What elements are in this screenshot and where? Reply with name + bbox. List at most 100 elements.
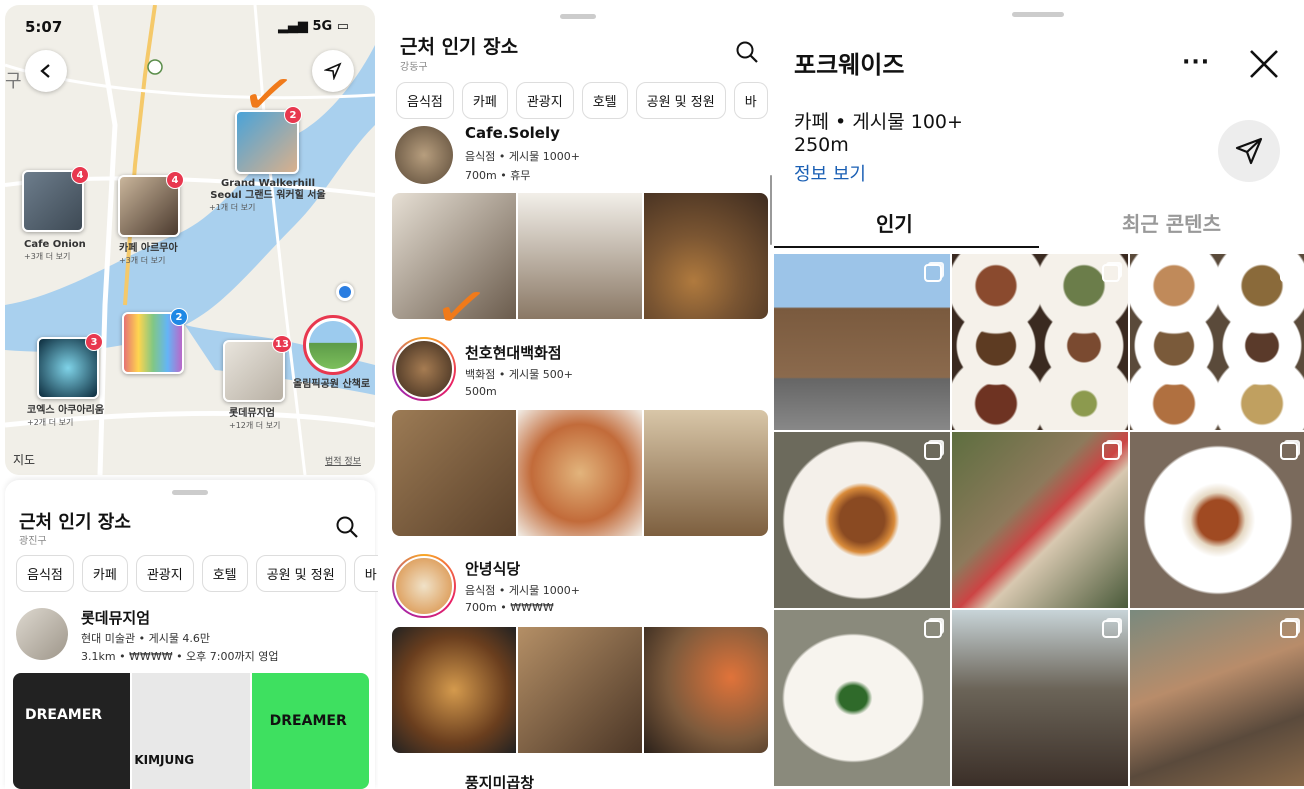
- multi-post-icon: [924, 264, 942, 282]
- share-button[interactable]: [1218, 120, 1280, 182]
- place-distance: 700m • ₩₩₩₩: [465, 601, 554, 614]
- district-label: 구: [5, 71, 22, 92]
- pin-more: +12개 더 보기: [229, 421, 281, 430]
- place-name: 천호현대백화점: [465, 344, 562, 362]
- chip-restaurant[interactable]: 음식점: [16, 555, 74, 592]
- chip-attraction[interactable]: 관광지: [135, 555, 194, 592]
- status-network: ▂▄▆ 5G ▭: [277, 19, 349, 34]
- multi-post-icon: [1280, 620, 1298, 638]
- grid-post[interactable]: [774, 254, 950, 430]
- photo: DREAMER: [13, 673, 131, 789]
- pin-count-badge: 4: [166, 171, 184, 189]
- pin-label: 롯데뮤지엄: [229, 408, 275, 419]
- chip-bar[interactable]: 바: [733, 82, 768, 119]
- chip-cafe[interactable]: 카페: [81, 555, 128, 592]
- multi-post-icon: [1280, 264, 1298, 282]
- nearby-sheet: 근처 인기 장소 광진구 음식점 카페 관광지 호텔 공원 및 정원 바 롯데뮤…: [5, 480, 378, 789]
- annotation-checkmark: ✓: [428, 269, 494, 347]
- grid-post[interactable]: [1130, 254, 1304, 430]
- close-icon[interactable]: [1248, 48, 1280, 80]
- place-distance: 700m • 휴무: [465, 169, 531, 182]
- chevron-left-icon: [40, 64, 50, 78]
- pin-label: Grand Walkerhill Seoul 그랜드 워커힐 서울: [210, 178, 326, 201]
- place-name: 롯데뮤지엄: [81, 609, 151, 627]
- place-meta: 음식점 • 게시물 1000+: [465, 584, 580, 597]
- place-photos[interactable]: [392, 627, 768, 753]
- multi-post-icon: [924, 620, 942, 638]
- pin-count-badge: 13: [272, 335, 292, 353]
- scrollbar[interactable]: [770, 175, 772, 245]
- chip-hotel[interactable]: 호텔: [581, 82, 628, 119]
- photo: DREAMER: [251, 673, 369, 789]
- multi-post-icon: [924, 442, 942, 460]
- pin-more: +3개 더 보기: [119, 256, 166, 265]
- category-chips: 음식점 카페 관광지 호텔 공원 및 정원 바: [396, 82, 768, 119]
- photo-grid: [774, 254, 1304, 786]
- tab-popular[interactable]: 인기: [876, 208, 913, 237]
- place-distance: 3.1km • ₩₩₩₩ • 오후 7:00까지 영업: [81, 650, 279, 663]
- sheet-handle[interactable]: [172, 490, 208, 495]
- nearby-list-screen: 근처 인기 장소 강동구 음식점 카페 관광지 호텔 공원 및 정원 바 Caf…: [382, 0, 772, 789]
- photo: [644, 193, 768, 319]
- sheet-handle[interactable]: [1012, 12, 1064, 17]
- place-name: 안녕식당: [465, 560, 521, 578]
- search-icon[interactable]: [735, 40, 759, 64]
- map-view[interactable]: 5:07 ▂▄▆ 5G ▭ 구 ✓ 2 Grand Walkerhill Seo…: [5, 5, 375, 475]
- more-options-icon[interactable]: ···: [1182, 50, 1210, 75]
- info-link[interactable]: 정보 보기: [794, 160, 866, 186]
- tab-recent[interactable]: 최근 콘텐츠: [1122, 208, 1221, 237]
- place-photos[interactable]: [392, 410, 768, 536]
- pin-count-badge: 4: [71, 166, 89, 184]
- place-photos[interactable]: DREAMER KIMJUNG DREAMER: [13, 673, 369, 789]
- multi-post-icon: [1280, 442, 1298, 460]
- sheet-handle[interactable]: [560, 14, 596, 19]
- pin-label: 코엑스 아쿠아리움: [27, 405, 105, 416]
- place-avatar: [16, 608, 68, 660]
- sheet-district: 강동구: [400, 62, 428, 73]
- grid-post[interactable]: [1130, 432, 1304, 608]
- photo: [644, 627, 768, 753]
- chip-cafe[interactable]: 카페: [461, 82, 508, 119]
- grid-post[interactable]: [952, 432, 1128, 608]
- multi-post-icon: [1102, 620, 1120, 638]
- pin-more: +2개 더 보기: [27, 418, 74, 427]
- status-bar: 5:07 ▂▄▆ 5G ▭: [5, 5, 375, 45]
- grid-post[interactable]: [774, 610, 950, 786]
- chip-restaurant[interactable]: 음식점: [396, 82, 454, 119]
- place-title: 포크웨이즈: [794, 51, 905, 79]
- sheet-title: 근처 인기 장소: [19, 512, 131, 533]
- chip-park[interactable]: 공원 및 정원: [635, 82, 726, 119]
- pin-label: 올림픽공원 산책로: [293, 379, 371, 390]
- apple-maps-logo: 지도: [13, 453, 36, 467]
- photo: KIMJUNG: [132, 673, 250, 789]
- status-time: 5:07: [25, 18, 63, 36]
- chip-hotel[interactable]: 호텔: [201, 555, 248, 592]
- grid-post[interactable]: [952, 610, 1128, 786]
- map-screen: 5:07 ▂▄▆ 5G ▭ 구 ✓ 2 Grand Walkerhill Seo…: [0, 0, 378, 789]
- grid-post[interactable]: [952, 254, 1128, 430]
- multi-post-icon: [1102, 264, 1120, 282]
- chip-bar[interactable]: 바: [353, 555, 378, 592]
- legal-link[interactable]: 법적 정보: [325, 454, 361, 467]
- story-ring: [392, 554, 456, 618]
- grid-post[interactable]: [774, 432, 950, 608]
- pin-label: Cafe Onion: [24, 239, 86, 250]
- place-distance: 250m: [794, 134, 849, 156]
- pin-count-badge: 2: [170, 308, 188, 326]
- place-name: 풍지미곱창: [465, 774, 535, 789]
- place-detail-screen: 포크웨이즈 ··· 카페 • 게시물 100+ 250m 정보 보기 인기 최근…: [774, 0, 1304, 789]
- grid-post[interactable]: [1130, 610, 1304, 786]
- pin-count-badge: 3: [85, 333, 103, 351]
- pin-more: +3개 더 보기: [24, 252, 71, 261]
- chip-attraction[interactable]: 관광지: [515, 82, 574, 119]
- place-avatar: [395, 126, 453, 184]
- photo: [518, 410, 642, 536]
- pin-more: +1개 더 보기: [209, 203, 256, 212]
- locate-button[interactable]: [312, 50, 354, 92]
- pin-count-badge: 2: [284, 106, 302, 124]
- location-arrow-icon: [324, 62, 342, 80]
- place-meta: 음식점 • 게시물 1000+: [465, 150, 580, 163]
- back-button[interactable]: [25, 50, 67, 92]
- chip-park[interactable]: 공원 및 정원: [255, 555, 346, 592]
- search-icon[interactable]: [335, 515, 359, 539]
